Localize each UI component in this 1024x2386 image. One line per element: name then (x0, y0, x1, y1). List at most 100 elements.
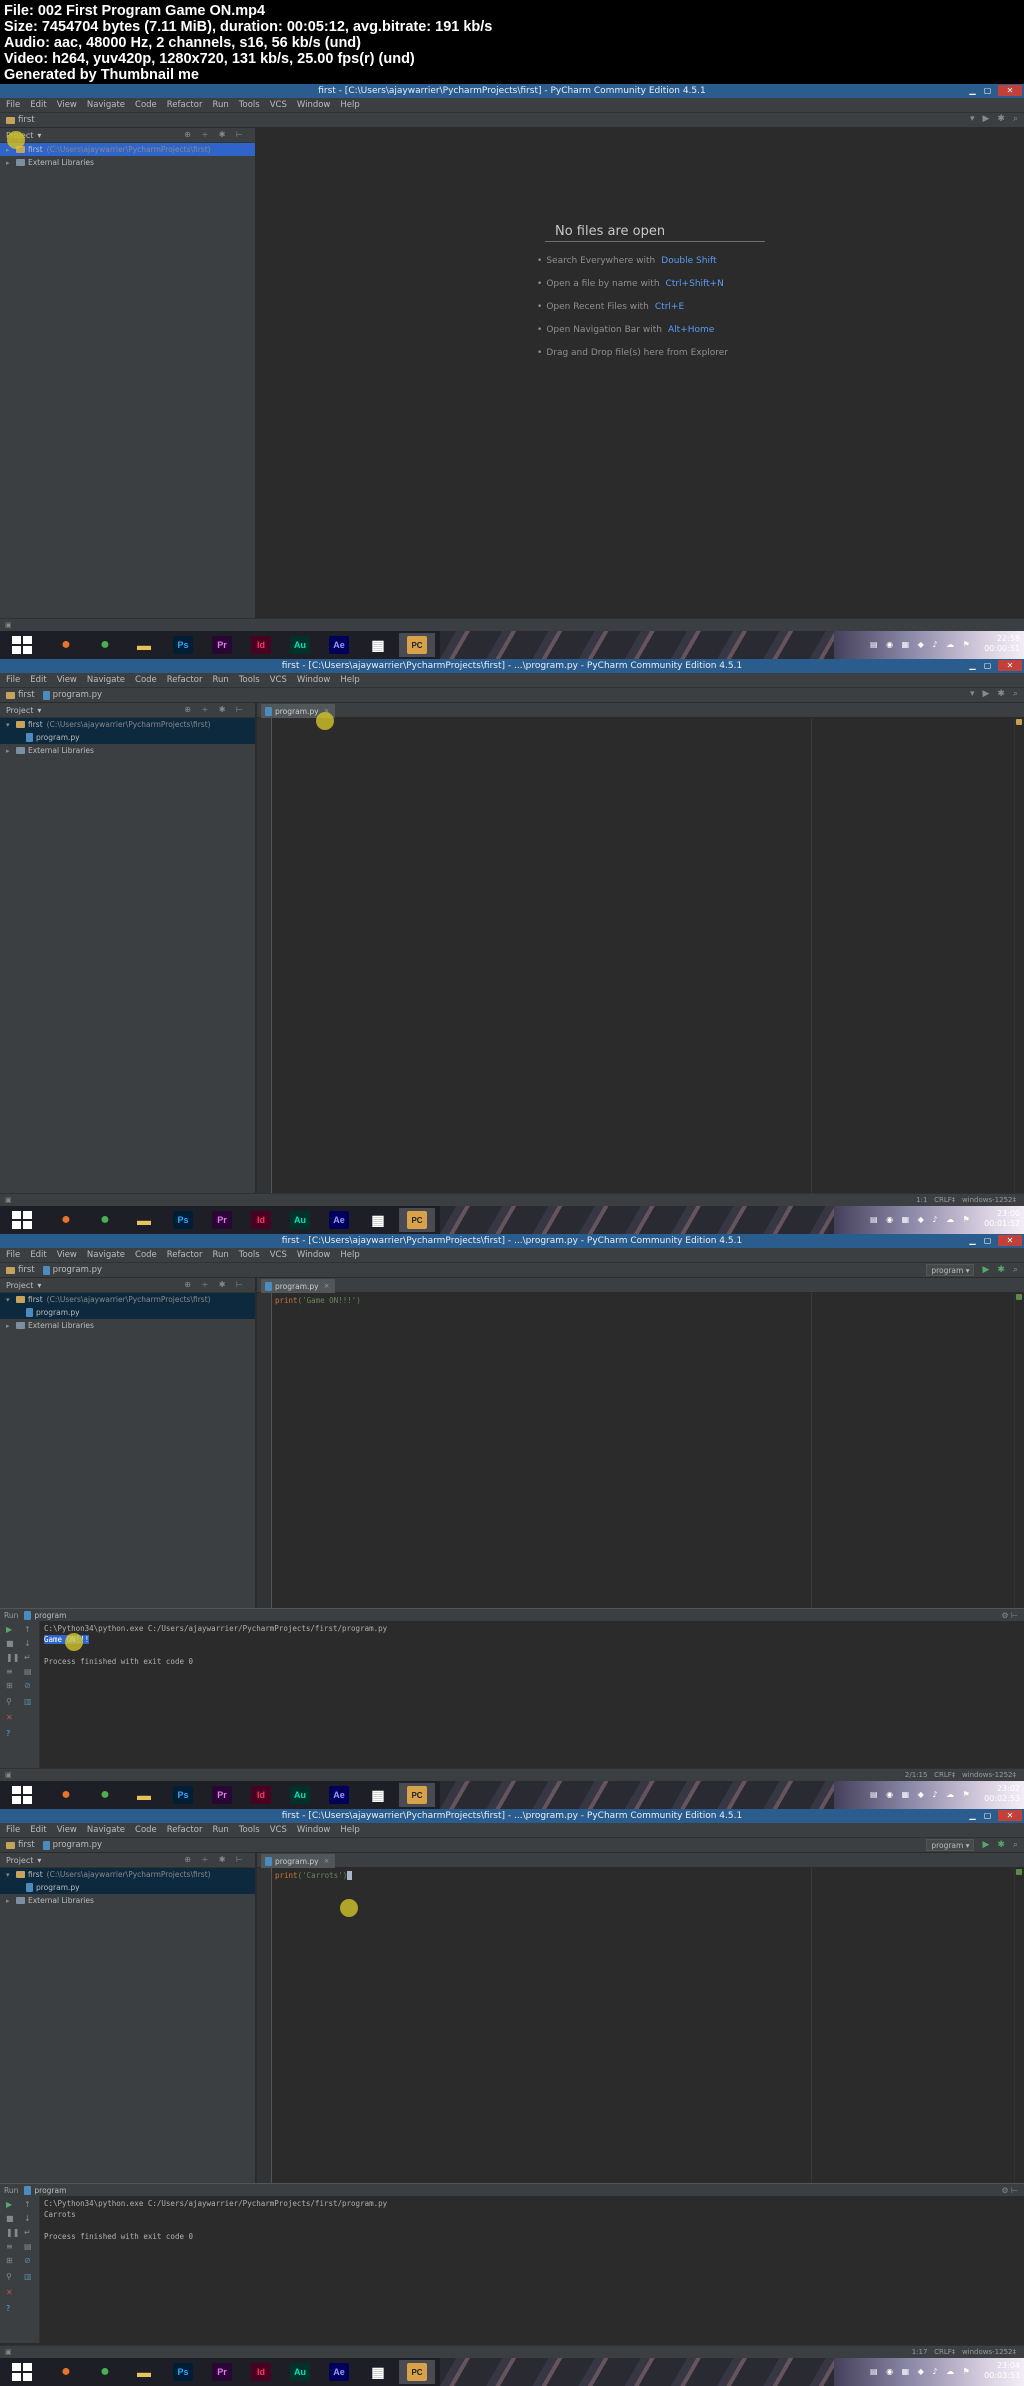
run-disabled-icon[interactable]: ▶ (982, 689, 989, 699)
wrap-icon[interactable]: ↵ (24, 1653, 31, 1662)
gear-icon[interactable]: ⚙ ⊢ (1001, 2186, 1018, 2195)
settings-icon[interactable]: ⊞ (6, 2256, 13, 2265)
run-console[interactable]: C:\Python34\python.exe C:/Users/ajaywarr… (44, 2198, 1012, 2242)
clear-icon[interactable]: ⊘ (24, 1681, 31, 1690)
tree-file-program[interactable]: program.py (0, 731, 255, 744)
pin-icon[interactable]: ⚲ (6, 1697, 12, 1706)
run-icon[interactable]: ▶ (982, 1265, 989, 1275)
window-titlebar[interactable]: first - [C:\Users\ajaywarrier\PycharmPro… (0, 1234, 1024, 1248)
pycharm-icon[interactable]: PC (399, 1208, 435, 1232)
tree-root-folder[interactable]: ▾ first (C:\Users\ajaywarrier\PycharmProj… (0, 718, 255, 731)
chrome-icon[interactable]: ● (87, 633, 123, 657)
windows-app-icon[interactable]: ▦ (360, 633, 396, 657)
chrome-icon[interactable]: ● (87, 2360, 123, 2384)
editor-empty-area[interactable]: No files are open • Search Everywhere wit… (257, 128, 1024, 645)
tray-icons[interactable]: ▤ ◉ ▦ ◆ ♪ ☁ ⚑ (870, 1790, 973, 1799)
tray-icons[interactable]: ▤ ◉ ▦ ◆ ♪ ☁ ⚑ (870, 1215, 973, 1224)
windows-start-icon[interactable] (12, 1210, 36, 1230)
status-toggle-icon[interactable]: ▣ (5, 1196, 12, 1204)
tab-close-icon[interactable]: × (324, 1857, 330, 1865)
menu-view[interactable]: View (57, 1825, 77, 1835)
menu-view[interactable]: View (57, 100, 77, 110)
pycharm-icon[interactable]: PC (399, 1783, 435, 1807)
gear-icon[interactable]: ⚙ ⊢ (1001, 1611, 1018, 1620)
pause-icon[interactable]: ❚❚ (6, 2228, 19, 2237)
indesign-icon[interactable]: Id (243, 1208, 279, 1232)
firefox-icon[interactable]: ● (48, 1783, 84, 1807)
audition-icon[interactable]: Au (282, 633, 318, 657)
windows-app-icon[interactable]: ▦ (360, 1783, 396, 1807)
scroll-down-icon[interactable]: ↓ (24, 1639, 31, 1648)
menu-run[interactable]: Run (212, 1825, 228, 1835)
maximize-icon[interactable]: ▢ (980, 1235, 995, 1246)
search-icon[interactable]: ⌕ (1013, 1840, 1018, 1850)
help-icon[interactable]: ? (6, 1729, 10, 1738)
pycharm-icon[interactable]: PC (399, 633, 435, 657)
menu-window[interactable]: Window (297, 100, 331, 110)
windows-app-icon[interactable]: ▦ (360, 1208, 396, 1232)
premiere-icon[interactable]: Pr (204, 1208, 240, 1232)
delete-icon[interactable]: ▥ (24, 1697, 32, 1706)
breadcrumb-project[interactable]: first (6, 1265, 35, 1275)
window-titlebar[interactable]: first - [C:\Users\ajaywarrier\PycharmPro… (0, 84, 1024, 98)
chrome-icon[interactable]: ● (87, 1783, 123, 1807)
windows-start-icon[interactable] (12, 635, 36, 655)
expand-arrow-icon[interactable]: ▾ (6, 1871, 16, 1879)
tree-external-libraries[interactable]: ▸ External Libraries (0, 1319, 255, 1332)
scroll-up-icon[interactable]: ↑ (24, 1625, 31, 1634)
rerun-icon[interactable]: ▶ (6, 2200, 12, 2209)
breadcrumb-project[interactable]: first (6, 690, 35, 700)
wrap-icon[interactable]: ↵ (24, 2228, 31, 2237)
menu-navigate[interactable]: Navigate (87, 100, 125, 110)
stop-icon[interactable]: ■ (6, 2214, 14, 2223)
menu-tools[interactable]: Tools (239, 100, 260, 110)
menu-tools[interactable]: Tools (239, 1250, 260, 1260)
editor-scrollbar[interactable] (1014, 718, 1024, 1194)
debug-icon[interactable]: ✱ (997, 1265, 1005, 1275)
menu-navigate[interactable]: Navigate (87, 1250, 125, 1260)
menu-vcs[interactable]: VCS (270, 100, 287, 110)
tree-external-libraries[interactable]: ▸ External Libraries (0, 744, 255, 757)
menu-file[interactable]: File (6, 675, 20, 685)
run-panel-tab[interactable]: program (34, 2186, 66, 2195)
breadcrumb-file[interactable]: program.py (42, 690, 102, 700)
print-icon[interactable]: ▤ (24, 2242, 32, 2251)
premiere-icon[interactable]: Pr (204, 633, 240, 657)
firefox-icon[interactable]: ● (48, 1208, 84, 1232)
firefox-icon[interactable]: ● (48, 2360, 84, 2384)
menu-window[interactable]: Window (297, 1825, 331, 1835)
code-editor[interactable]: print('Carrots') (275, 1870, 1024, 2183)
tree-root-folder[interactable]: ▾ first (C:\Users\ajaywarrier\PycharmProj… (0, 1293, 255, 1306)
pycharm-icon[interactable]: PC (399, 2360, 435, 2384)
project-panel-header[interactable]: Project ▾ ⊕ ÷ ✱ ⊢ (0, 1853, 255, 1868)
close-run-icon[interactable]: ✕ (6, 1713, 13, 1722)
editor-gutter[interactable] (257, 1868, 272, 2183)
windows-start-icon[interactable] (12, 2362, 36, 2382)
stop-icon[interactable]: ■ (6, 1639, 14, 1648)
minimize-icon[interactable]: ▁ (965, 1235, 980, 1246)
explorer-icon[interactable]: ▬ (126, 1208, 162, 1232)
project-panel-header[interactable]: Project ▾ ⊕ ÷ ✱ ⊢ (0, 1278, 255, 1293)
menu-file[interactable]: File (6, 1825, 20, 1835)
menu-file[interactable]: File (6, 100, 20, 110)
menu-tools[interactable]: Tools (239, 675, 260, 685)
minimize-icon[interactable]: ▁ (965, 85, 980, 96)
menu-navigate[interactable]: Navigate (87, 1825, 125, 1835)
windows-app-icon[interactable]: ▦ (360, 2360, 396, 2384)
expand-arrow-icon[interactable]: ▾ (6, 1296, 16, 1304)
menu-vcs[interactable]: VCS (270, 1250, 287, 1260)
scroll-up-icon[interactable]: ↑ (24, 2200, 31, 2209)
menu-edit[interactable]: Edit (30, 1825, 46, 1835)
close-icon[interactable]: ✕ (998, 1235, 1022, 1246)
tray-clock[interactable]: 23:04 00:03:53 (984, 2361, 1020, 2381)
tab-close-icon[interactable]: × (324, 1282, 330, 1290)
run-icon[interactable]: ▶ (982, 1840, 989, 1850)
project-panel-tools[interactable]: ⊕ ÷ ✱ ⊢ (184, 1280, 247, 1289)
project-panel-tools[interactable]: ⊕ ÷ ✱ ⊢ (184, 705, 247, 714)
audition-icon[interactable]: Au (282, 1783, 318, 1807)
debug-icon[interactable]: ✱ (997, 1840, 1005, 1850)
run-console[interactable]: C:\Python34\python.exe C:/Users/ajaywarr… (44, 1623, 1012, 1667)
menu-help[interactable]: Help (340, 1250, 359, 1260)
search-icon[interactable]: ⌕ (1013, 689, 1018, 699)
menu-vcs[interactable]: VCS (270, 675, 287, 685)
